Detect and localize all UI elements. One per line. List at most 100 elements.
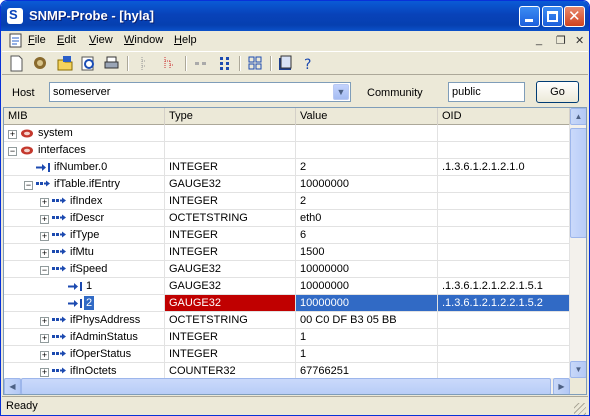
list-view-icon[interactable] <box>217 55 234 72</box>
table-row[interactable]: + ifOperStatus INTEGER 1 <box>4 346 570 363</box>
mib-cell[interactable]: + ifIndex <box>4 193 165 210</box>
expand-icon[interactable]: + <box>40 249 49 258</box>
table-row[interactable]: + ifAdminStatus INTEGER 1 <box>4 329 570 346</box>
type-cell[interactable]: GAUGE32 <box>165 261 296 278</box>
type-cell[interactable] <box>165 142 296 159</box>
oid-cell[interactable] <box>438 312 570 329</box>
minimize-button[interactable] <box>519 6 540 27</box>
title-bar[interactable]: S SNMP-Probe - [hyla] ✕ <box>1 1 589 31</box>
document-menu-icon[interactable] <box>7 32 24 49</box>
mib-cell[interactable]: + ifPhysAddress <box>4 312 165 329</box>
table-row[interactable]: − interfaces <box>4 142 570 159</box>
type-cell[interactable] <box>165 125 296 142</box>
table-row[interactable]: + system <box>4 125 570 142</box>
oid-cell[interactable]: .1.3.6.1.2.1.2.1.0 <box>438 159 570 176</box>
value-cell[interactable]: 2 <box>296 193 438 210</box>
menu-file[interactable]: File <box>28 34 46 46</box>
menu-help[interactable]: Help <box>174 34 197 46</box>
collapse-icon[interactable]: − <box>40 266 49 275</box>
mib-book-icon[interactable] <box>277 55 294 72</box>
mib-cell[interactable]: − interfaces <box>4 142 165 159</box>
collapse-icon[interactable]: − <box>8 147 17 156</box>
tree-collapse-icon[interactable] <box>138 55 155 72</box>
value-cell[interactable]: 10000000 <box>296 295 438 312</box>
table-row[interactable]: + ifType INTEGER 6 <box>4 227 570 244</box>
details-view-icon[interactable] <box>247 55 264 72</box>
type-cell[interactable]: GAUGE32 <box>165 295 296 312</box>
oid-cell[interactable] <box>438 142 570 159</box>
value-cell[interactable]: 10000000 <box>296 176 438 193</box>
type-cell[interactable]: INTEGER <box>165 244 296 261</box>
horizontal-scroll-thumb[interactable] <box>21 378 551 394</box>
table-row[interactable]: ifNumber.0 INTEGER 2.1.3.6.1.2.1.2.1.0 <box>4 159 570 176</box>
expand-icon[interactable]: + <box>40 317 49 326</box>
collapse-icon[interactable]: − <box>24 181 33 190</box>
value-cell[interactable]: 10000000 <box>296 278 438 295</box>
table-row[interactable]: − ifSpeed GAUGE32 10000000 <box>4 261 570 278</box>
mib-cell[interactable]: ifNumber.0 <box>4 159 165 176</box>
col-header-value[interactable]: Value <box>296 108 438 125</box>
scroll-left-icon[interactable]: ◀ <box>4 378 21 394</box>
oid-cell[interactable] <box>438 244 570 261</box>
type-cell[interactable]: OCTETSTRING <box>165 312 296 329</box>
menu-window[interactable]: Window <box>124 34 163 46</box>
type-cell[interactable]: INTEGER <box>165 346 296 363</box>
chevron-down-icon[interactable]: ▼ <box>333 84 349 100</box>
expand-icon[interactable]: + <box>40 232 49 241</box>
value-cell[interactable]: 10000000 <box>296 261 438 278</box>
type-cell[interactable]: INTEGER <box>165 193 296 210</box>
mib-cell[interactable]: + system <box>4 125 165 142</box>
value-cell[interactable] <box>296 142 438 159</box>
mib-cell[interactable]: 2 <box>4 295 165 312</box>
value-cell[interactable]: 00 C0 DF B3 05 BB <box>296 312 438 329</box>
scroll-up-icon[interactable]: ▲ <box>570 108 586 125</box>
oid-cell[interactable] <box>438 346 570 363</box>
col-header-mib[interactable]: MIB <box>4 108 165 125</box>
oid-cell[interactable]: .1.3.6.1.2.1.2.2.1.5.1 <box>438 278 570 295</box>
new-icon[interactable] <box>8 55 25 72</box>
expand-icon[interactable]: + <box>8 130 17 139</box>
oid-cell[interactable] <box>438 210 570 227</box>
snmp-app-icon[interactable]: S <box>7 7 23 24</box>
value-cell[interactable]: eth0 <box>296 210 438 227</box>
scroll-down-icon[interactable]: ▼ <box>570 361 586 378</box>
oid-cell[interactable]: .1.3.6.1.2.1.2.2.1.5.2 <box>438 295 570 312</box>
expand-icon[interactable]: + <box>40 334 49 343</box>
small-icons-icon[interactable] <box>193 55 210 72</box>
expand-icon[interactable]: + <box>40 368 49 377</box>
table-row[interactable]: + ifIndex INTEGER 2 <box>4 193 570 210</box>
mib-cell[interactable]: 1 <box>4 278 165 295</box>
table-row[interactable]: − ifTable.ifEntry GAUGE32 10000000 <box>4 176 570 193</box>
value-cell[interactable]: 6 <box>296 227 438 244</box>
tree-expand-icon[interactable] <box>162 55 179 72</box>
expand-icon[interactable]: + <box>40 351 49 360</box>
col-header-type[interactable]: Type <box>165 108 296 125</box>
oid-cell[interactable] <box>438 329 570 346</box>
vertical-scrollbar[interactable]: ▲ ▼ <box>570 108 586 378</box>
mdi-minimize-icon[interactable]: _ <box>536 34 542 46</box>
go-button[interactable]: Go <box>536 81 579 103</box>
menu-edit[interactable]: Edit <box>57 34 76 46</box>
vertical-scroll-thumb[interactable] <box>570 128 586 238</box>
oid-cell[interactable] <box>438 125 570 142</box>
close-button[interactable]: ✕ <box>564 6 585 27</box>
horizontal-scrollbar[interactable]: ◀ ▶ <box>4 378 570 394</box>
mib-cell[interactable]: + ifType <box>4 227 165 244</box>
mib-cell[interactable]: − ifTable.ifEntry <box>4 176 165 193</box>
type-cell[interactable]: INTEGER <box>165 159 296 176</box>
scroll-right-icon[interactable]: ▶ <box>553 378 570 394</box>
type-cell[interactable]: OCTETSTRING <box>165 210 296 227</box>
col-header-oid[interactable]: OID <box>438 108 570 125</box>
mib-cell[interactable]: + ifMtu <box>4 244 165 261</box>
mdi-close-icon[interactable]: ✕ <box>575 34 584 47</box>
mib-tree-grid[interactable]: MIB Type Value OID + system − interfaces ifN… <box>3 107 587 395</box>
mdi-restore-icon[interactable]: ❐ <box>556 34 566 47</box>
type-cell[interactable]: GAUGE32 <box>165 176 296 193</box>
mib-cell[interactable]: − ifSpeed <box>4 261 165 278</box>
oid-cell[interactable] <box>438 193 570 210</box>
print-icon[interactable] <box>103 55 120 72</box>
oid-cell[interactable] <box>438 176 570 193</box>
maximize-button[interactable] <box>542 6 563 27</box>
find-icon[interactable] <box>80 55 97 72</box>
open-icon[interactable] <box>57 55 74 72</box>
